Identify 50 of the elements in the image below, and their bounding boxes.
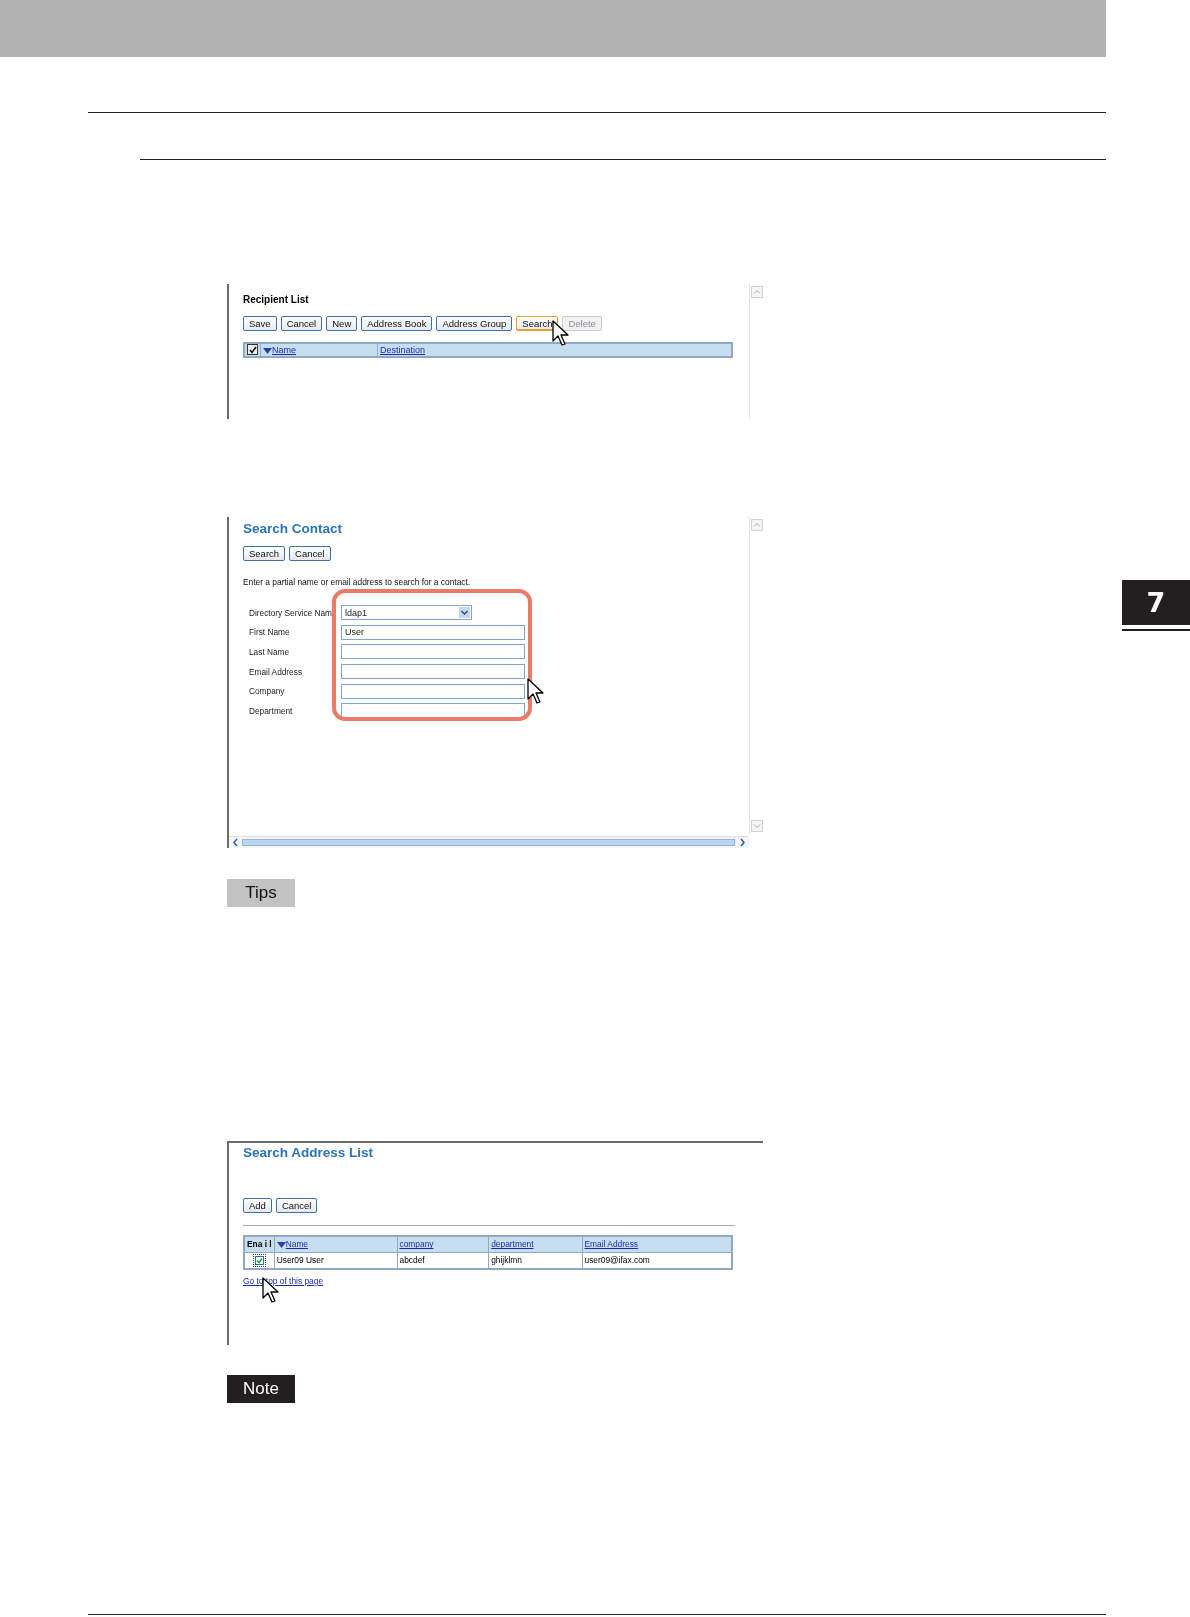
text-field[interactable] [341,664,525,680]
cancel-button[interactable]: Cancel [280,316,323,331]
dropdown-arrow-icon [459,607,470,619]
address-group-button[interactable]: Address Group [436,316,513,331]
table-cell: user09@ifax.com [584,1255,650,1266]
column-header-link[interactable]: Destination [380,345,426,355]
list-title: Recipient List [243,294,309,305]
text-field[interactable]: User [341,624,525,640]
search-button[interactable]: Search [243,546,286,561]
field-label: Company [249,686,286,697]
save-button[interactable]: Save [243,316,277,331]
dialog-title: Search Contact [243,521,343,536]
cancel-button[interactable]: Cancel [289,546,331,561]
address-book-button[interactable]: Address Book [361,316,433,331]
scroll-down-icon[interactable] [751,820,763,832]
cursor-icon [262,1277,280,1304]
sort-down-icon [263,347,272,354]
tips-label: Tips [227,879,295,907]
table-cell: ghijklmn [491,1255,522,1266]
table-cell: abcdef [399,1255,425,1266]
column-header: Ena i l [247,1239,272,1250]
scroll-up-icon[interactable] [751,286,763,298]
note-label: Note [227,1375,295,1403]
field-label: Email Address [249,666,304,677]
field-label: Directory Service Nam [249,607,333,618]
column-header-link[interactable]: Name [285,1239,308,1250]
select-all-checkbox[interactable] [247,344,258,356]
add-button[interactable]: Add [243,1198,272,1213]
directory-select[interactable]: ldap1 [341,605,472,621]
text-field[interactable] [341,644,525,660]
dialog-title: Search Address List [243,1145,374,1160]
column-header-link[interactable]: Name [272,345,296,355]
row-checkbox[interactable] [252,1253,266,1267]
vertical-scrollbar[interactable] [749,517,763,834]
new-button[interactable]: New [326,316,358,331]
scroll-up-icon[interactable] [751,519,763,531]
cancel-button[interactable]: Cancel [275,1198,318,1213]
cursor-icon [527,678,545,705]
horizontal-scrollbar[interactable] [229,836,749,848]
scroll-right-icon[interactable] [737,837,748,848]
instruction-text: Enter a partial name or email address to search for a contact. [243,577,472,587]
field-label: Last Name [249,647,291,657]
text-field[interactable] [341,683,525,699]
table-cell: User09 User [276,1255,324,1266]
field-label: Department [249,705,294,716]
sort-down-icon [276,1242,286,1249]
search-button[interactable]: Search [516,316,559,331]
cursor-icon [552,320,571,347]
field-label: First Name [249,627,291,638]
scroll-left-icon[interactable] [230,837,241,848]
